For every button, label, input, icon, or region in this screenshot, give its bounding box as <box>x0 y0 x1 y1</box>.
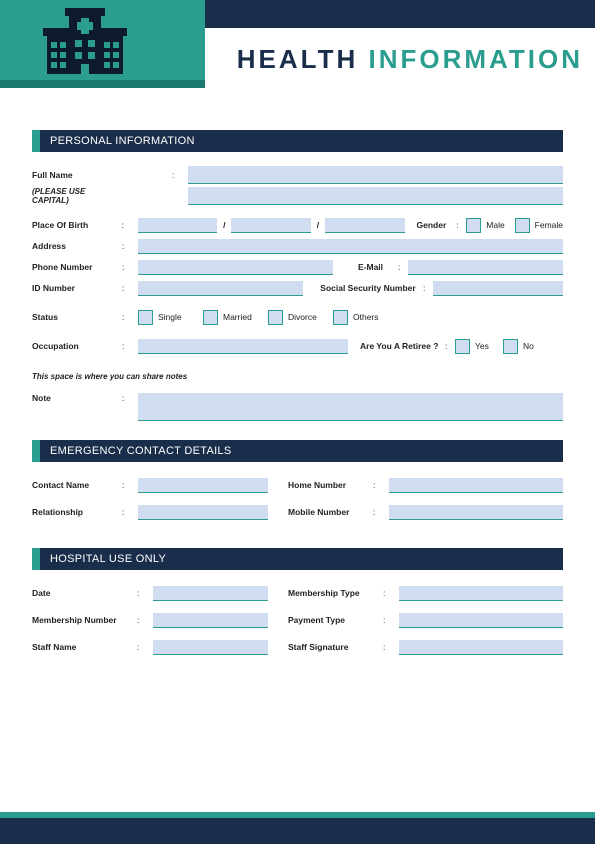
yes-label: Yes <box>475 341 503 351</box>
hospital-icon <box>35 8 135 80</box>
staff-signature-label: Staff Signature <box>288 642 383 652</box>
date-label: Date <box>32 588 137 598</box>
phone-label: Phone Number <box>32 262 122 272</box>
others-checkbox[interactable] <box>333 310 348 325</box>
section-personal-bar: PERSONAL INFORMATION <box>32 130 563 152</box>
pob-label: Place Of Birth <box>32 220 122 230</box>
section-emergency-title: EMERGENCY CONTACT DETAILS <box>40 440 563 462</box>
status-label: Status <box>32 312 122 322</box>
pob-input-3[interactable] <box>325 218 405 233</box>
payment-type-label: Payment Type <box>288 615 383 625</box>
emergency-form: Contact Name : Home Number : Relationshi… <box>32 462 563 528</box>
section-emergency-bar: EMERGENCY CONTACT DETAILS <box>32 440 563 462</box>
email-input[interactable] <box>408 260 563 275</box>
yes-checkbox[interactable] <box>455 339 470 354</box>
pob-input-1[interactable] <box>138 218 218 233</box>
header-navy-bar <box>205 0 595 28</box>
address-input[interactable] <box>138 239 563 254</box>
divorce-label: Divorce <box>288 312 333 322</box>
capital-note: (PLEASE USE CAPITAL) <box>32 187 122 205</box>
note-label: Note <box>32 393 122 403</box>
home-number-label: Home Number <box>288 480 373 490</box>
male-label: Male <box>486 220 504 230</box>
personal-form: Full Name : (PLEASE USE CAPITAL) Place O… <box>32 152 563 428</box>
female-checkbox[interactable] <box>515 218 530 233</box>
occupation-label: Occupation <box>32 341 122 351</box>
ssn-input[interactable] <box>433 281 563 296</box>
email-label: E-Mail <box>343 262 398 272</box>
page-title: HEALTH INFORMATION <box>237 44 583 75</box>
mobile-number-label: Mobile Number <box>288 507 373 517</box>
membership-number-input[interactable] <box>153 613 268 628</box>
section-personal-title: PERSONAL INFORMATION <box>40 130 563 152</box>
relationship-input[interactable] <box>138 505 268 520</box>
membership-number-label: Membership Number <box>32 615 137 625</box>
gender-label: Gender <box>417 220 457 230</box>
staff-signature-input[interactable] <box>399 640 563 655</box>
full-name-input-2[interactable] <box>188 187 563 205</box>
section-accent <box>32 130 40 152</box>
occupation-input[interactable] <box>138 339 348 354</box>
contact-name-label: Contact Name <box>32 480 122 490</box>
ssn-label: Social Security Number <box>313 283 423 293</box>
footer-navy <box>0 818 595 844</box>
pob-input-2[interactable] <box>231 218 311 233</box>
date-input[interactable] <box>153 586 268 601</box>
home-number-input[interactable] <box>389 478 563 493</box>
male-checkbox[interactable] <box>466 218 481 233</box>
payment-type-input[interactable] <box>399 613 563 628</box>
title-part2: INFORMATION <box>369 44 584 74</box>
hospital-form: Date : Membership Type : Membership Numb… <box>32 570 563 663</box>
single-label: Single <box>158 312 203 322</box>
staff-name-label: Staff Name <box>32 642 137 652</box>
header: HEALTH INFORMATION <box>0 0 595 88</box>
header-teal-underline <box>0 80 205 88</box>
title-part1: HEALTH <box>237 44 359 74</box>
married-label: Married <box>223 312 268 322</box>
staff-name-input[interactable] <box>153 640 268 655</box>
notes-hint: This space is where you can share notes <box>32 372 563 381</box>
note-input[interactable] <box>138 393 563 421</box>
single-checkbox[interactable] <box>138 310 153 325</box>
section-accent <box>32 548 40 570</box>
membership-type-label: Membership Type <box>288 588 383 598</box>
mobile-number-input[interactable] <box>389 505 563 520</box>
retiree-label: Are You A Retiree ? <box>360 341 445 351</box>
address-label: Address <box>32 241 122 251</box>
section-accent <box>32 440 40 462</box>
others-label: Others <box>353 312 379 322</box>
divorce-checkbox[interactable] <box>268 310 283 325</box>
id-label: ID Number <box>32 283 122 293</box>
content: PERSONAL INFORMATION Full Name : (PLEASE… <box>0 88 595 663</box>
female-label: Female <box>535 220 563 230</box>
full-name-label: Full Name <box>32 170 122 180</box>
section-hospital-bar: HOSPITAL USE ONLY <box>32 548 563 570</box>
full-name-input[interactable] <box>188 166 563 184</box>
phone-input[interactable] <box>138 260 333 275</box>
membership-type-input[interactable] <box>399 586 563 601</box>
no-label: No <box>523 341 534 351</box>
id-input[interactable] <box>138 281 303 296</box>
relationship-label: Relationship <box>32 507 122 517</box>
section-hospital-title: HOSPITAL USE ONLY <box>40 548 563 570</box>
contact-name-input[interactable] <box>138 478 268 493</box>
no-checkbox[interactable] <box>503 339 518 354</box>
married-checkbox[interactable] <box>203 310 218 325</box>
